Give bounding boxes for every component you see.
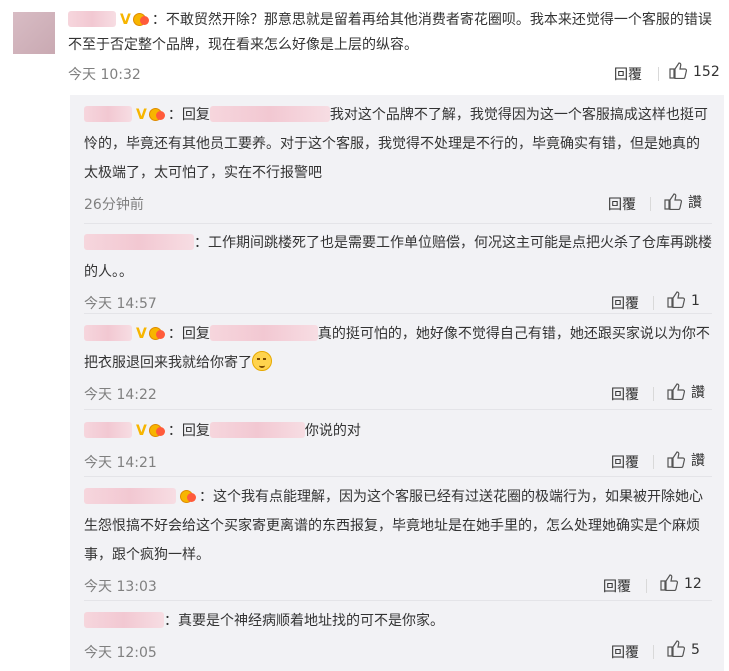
- member-badge-icon: [148, 325, 166, 341]
- thumbs-up-icon: [667, 640, 686, 658]
- comment-main: V ：不敢贸然开除？那意思就是留着再给其他消费者寄花圈呗。我本来还觉得一个客服的错…: [68, 8, 724, 84]
- like-label: 讚: [691, 385, 705, 401]
- username-blurred[interactable]: [84, 488, 176, 504]
- reply-button[interactable]: 回覆: [611, 642, 639, 662]
- username-blurred[interactable]: [84, 422, 132, 438]
- like-button[interactable]: 5: [667, 640, 700, 658]
- verified-v-icon: V: [136, 423, 147, 439]
- like-button[interactable]: 152: [669, 62, 720, 80]
- reply-text: ：工作期间跳楼死了也是需要工作单位赔偿，何况这主可能是点把火杀了仓库再跳楼的人。…: [84, 234, 712, 280]
- like-button[interactable]: 12: [660, 574, 702, 592]
- username-blurred[interactable]: [84, 234, 194, 250]
- reply-meta: 今天 12:05 回覆 5: [84, 640, 712, 662]
- username-blurred[interactable]: [84, 612, 164, 628]
- verified-v-icon: V: [120, 12, 131, 28]
- divider: [84, 313, 712, 314]
- like-button[interactable]: 讚: [667, 382, 705, 402]
- reply-meta: 今天 14:57 回覆 1: [84, 291, 712, 313]
- reply-to-user-blurred[interactable]: [209, 106, 330, 122]
- divider: [658, 67, 659, 81]
- comment-time: 今天 10:32: [68, 67, 141, 83]
- divider: [646, 579, 647, 593]
- member-badge-icon: [148, 422, 166, 438]
- reply-time: 今天 14:22: [84, 387, 157, 403]
- replies-panel: V ：回复 我对这个品牌不了解，我觉得因为这一个客服搞成这样也挺可怜的，毕竟还有其他…: [70, 95, 724, 671]
- like-count: 1: [691, 293, 700, 309]
- like-label: 讚: [688, 195, 702, 211]
- reply-text: V ：回复 我对这个品牌不了解，我觉得因为这一个客服搞成这样也挺可怜的，毕竟还有其他…: [84, 101, 712, 188]
- like-button[interactable]: 讚: [664, 192, 702, 212]
- reply-time: 26分钟前: [84, 197, 144, 213]
- like-label: 讚: [691, 453, 705, 469]
- reply-time: 今天 12:05: [84, 645, 157, 661]
- username-blurred[interactable]: [84, 325, 132, 341]
- thumbs-up-icon: [667, 291, 686, 309]
- divider: [84, 600, 712, 601]
- reply-time: 今天 14:57: [84, 296, 157, 312]
- like-count: 5: [691, 642, 700, 658]
- reply-button[interactable]: 回覆: [614, 64, 642, 84]
- like-count: 152: [693, 64, 720, 80]
- thumbs-up-icon: [664, 193, 683, 211]
- reply-button[interactable]: 回覆: [611, 293, 639, 313]
- verified-v-icon: V: [136, 107, 147, 123]
- emoji-face-icon: [252, 351, 272, 371]
- divider: [653, 296, 654, 310]
- reply-item: ：这个我有点能理解，因为这个客服已经有过送花圈的极端行为，如果被开除她心生怨恨搞…: [84, 483, 712, 596]
- like-count: 12: [684, 576, 702, 592]
- reply-text: ：这个我有点能理解，因为这个客服已经有过送花圈的极端行为，如果被开除她心生怨恨搞…: [84, 488, 703, 563]
- divider: [84, 409, 712, 410]
- verified-v-icon: V: [136, 326, 147, 342]
- reply-meta: 今天 14:21 回覆 讚: [84, 450, 712, 472]
- thumbs-up-icon: [660, 574, 679, 592]
- reply-time: 今天 13:03: [84, 579, 157, 595]
- reply-button[interactable]: 回覆: [611, 384, 639, 404]
- comment-meta: 今天 10:32 回覆 152: [68, 62, 724, 84]
- reply-item: ：真要是个神经病顺着地址找的可不是你家。 今天 12:05 回覆 5: [84, 607, 712, 662]
- username-blurred[interactable]: [84, 106, 132, 122]
- reply-meta: 今天 13:03 回覆 12: [84, 574, 712, 596]
- username-blurred[interactable]: [68, 11, 116, 27]
- member-badge-icon: [180, 488, 197, 504]
- reply-item: ：工作期间跳楼死了也是需要工作单位赔偿，何况这主可能是点把火杀了仓库再跳楼的人。…: [84, 229, 712, 313]
- reply-meta: 今天 14:22 回覆 讚: [84, 382, 712, 404]
- member-badge-icon: [132, 11, 150, 27]
- reply-text: V ：回复 你说的对: [84, 417, 712, 446]
- reply-item: V ：回复 我对这个品牌不了解，我觉得因为这一个客服搞成这样也挺可怜的，毕竟还有其他…: [84, 101, 712, 214]
- like-button[interactable]: 1: [667, 291, 700, 309]
- reply-text: V ：回复 真的挺可怕的，她好像不觉得自己有错，她还跟买家说以为你不把衣服退回来我就…: [84, 320, 712, 378]
- thumbs-up-icon: [667, 383, 686, 401]
- divider: [653, 455, 654, 469]
- reply-to-user-blurred[interactable]: [209, 422, 305, 438]
- divider: [653, 645, 654, 659]
- reply-meta: 26分钟前 回覆 讚: [84, 192, 712, 214]
- member-badge-icon: [148, 106, 166, 122]
- reply-text: ：真要是个神经病顺着地址找的可不是你家。: [84, 607, 712, 636]
- like-button[interactable]: 讚: [667, 450, 705, 470]
- divider: [84, 223, 712, 224]
- divider: [84, 476, 712, 477]
- thumbs-up-icon: [669, 62, 688, 80]
- divider: [653, 387, 654, 401]
- comment-text: V ：不敢贸然开除？那意思就是留着再给其他消费者寄花圈呗。我本来还觉得一个客服的错…: [68, 8, 724, 58]
- avatar[interactable]: [13, 12, 55, 54]
- reply-time: 今天 14:21: [84, 455, 157, 471]
- reply-button[interactable]: 回覆: [608, 194, 636, 214]
- divider: [650, 197, 651, 211]
- reply-button[interactable]: 回覆: [611, 452, 639, 472]
- reply-button[interactable]: 回覆: [603, 576, 631, 596]
- reply-item: V ：回复 真的挺可怕的，她好像不觉得自己有错，她还跟买家说以为你不把衣服退回来我就…: [84, 320, 712, 404]
- thumbs-up-icon: [667, 451, 686, 469]
- reply-item: V ：回复 你说的对 今天 14:21 回覆 讚: [84, 417, 712, 472]
- reply-to-user-blurred[interactable]: [209, 325, 318, 341]
